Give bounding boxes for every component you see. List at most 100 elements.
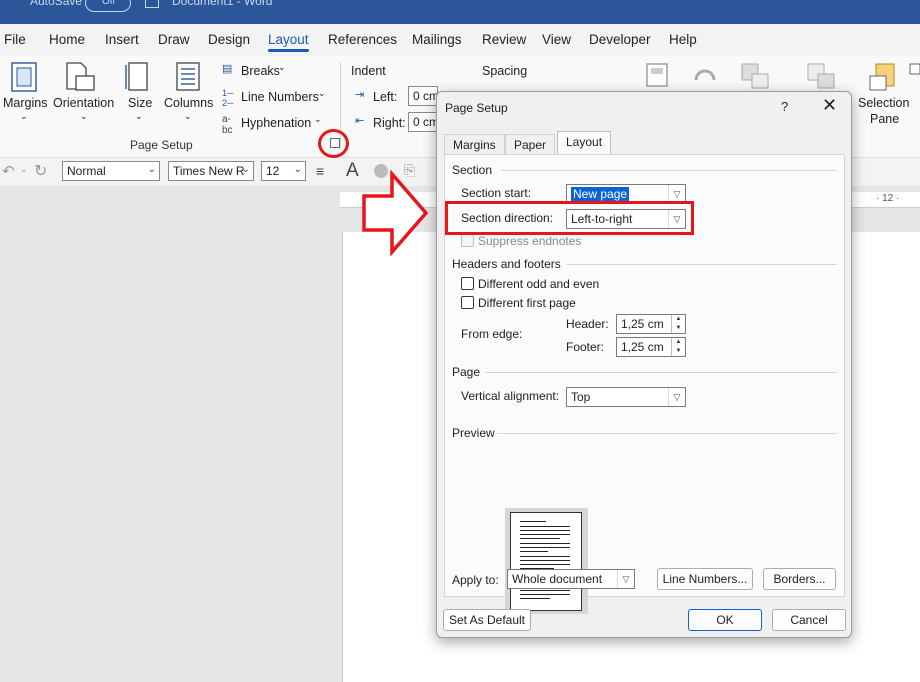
dialog-tab-layout[interactable]: Layout bbox=[557, 131, 612, 155]
header-distance-input[interactable]: 1,25 cm ▲ ▼ bbox=[616, 314, 686, 334]
wrap-text-icon[interactable] bbox=[690, 62, 720, 88]
hyphenation-button[interactable]: Hyphenation bbox=[241, 116, 311, 130]
chevron-down-icon: ⌄ bbox=[147, 164, 156, 175]
font-size-value: 12 bbox=[266, 164, 280, 178]
spin-up-icon[interactable]: ▲ bbox=[671, 338, 685, 347]
line-numbers-button[interactable]: Line Numbers... bbox=[657, 568, 753, 590]
size-icon[interactable] bbox=[124, 62, 150, 92]
spin-down-icon[interactable]: ▼ bbox=[671, 347, 685, 356]
size-button[interactable]: Size bbox=[128, 96, 152, 110]
redo-icon[interactable]: ↻ bbox=[34, 161, 47, 181]
borders-button[interactable]: Borders... bbox=[763, 568, 836, 590]
different-first-page-checkbox[interactable] bbox=[461, 296, 474, 309]
margins-icon[interactable] bbox=[10, 62, 38, 92]
footer-label: Footer: bbox=[566, 340, 605, 354]
autosave-label: AutoSave bbox=[30, 0, 83, 8]
bring-forward-icon[interactable] bbox=[740, 62, 770, 90]
section-start-value: New page bbox=[571, 187, 630, 201]
footer-distance-input[interactable]: 1,25 cm ▲ ▼ bbox=[616, 337, 686, 357]
indent-left-input[interactable]: 0 cm bbox=[408, 86, 438, 106]
send-backward-icon[interactable] bbox=[806, 62, 836, 90]
columns-button[interactable]: Columns bbox=[164, 96, 213, 110]
vertical-alignment-label: Vertical alignment: bbox=[461, 389, 560, 403]
different-odd-even-checkbox[interactable] bbox=[461, 277, 474, 290]
set-as-default-button[interactable]: Set As Default bbox=[443, 609, 531, 631]
selection-pane-icon[interactable] bbox=[868, 62, 898, 92]
spin-up-icon[interactable]: ▲ bbox=[671, 315, 685, 324]
preview-page bbox=[510, 512, 582, 611]
font-value: Times New R bbox=[173, 164, 245, 178]
ruler-mark: · 12 · bbox=[876, 193, 900, 204]
highlight-box bbox=[445, 201, 694, 235]
tab-insert[interactable]: Insert bbox=[105, 32, 139, 47]
title-bar: AutoSave Off Document1 - Word bbox=[0, 0, 920, 24]
preview-line bbox=[520, 547, 570, 548]
breaks-icon: ▤ bbox=[222, 63, 233, 75]
chevron-down-icon: ⌄ bbox=[20, 164, 28, 174]
vertical-alignment-select[interactable]: Top ▽ bbox=[566, 387, 686, 407]
close-icon[interactable]: ✕ bbox=[822, 95, 837, 116]
apply-to-value: Whole document bbox=[512, 572, 603, 586]
style-select[interactable]: Normal ⌄ bbox=[62, 161, 160, 181]
vertical-alignment-value: Top bbox=[571, 390, 591, 404]
columns-icon[interactable] bbox=[176, 62, 200, 92]
indent-right-input[interactable]: 0 cm bbox=[408, 112, 438, 132]
help-icon[interactable]: ? bbox=[781, 99, 788, 114]
selection-pane-button-line2[interactable]: Pane bbox=[870, 112, 899, 126]
undo-icon[interactable]: ↶ bbox=[2, 162, 15, 180]
align-icon[interactable] bbox=[908, 62, 920, 90]
tab-file[interactable]: File bbox=[4, 32, 26, 47]
divider bbox=[567, 264, 837, 265]
position-icon[interactable] bbox=[645, 62, 669, 88]
apply-to-select[interactable]: Whole document ▽ bbox=[507, 569, 635, 589]
divider bbox=[485, 372, 837, 373]
spin-down-icon[interactable]: ▼ bbox=[671, 324, 685, 333]
suppress-endnotes-checkbox[interactable] bbox=[461, 234, 474, 247]
selection-pane-button[interactable]: Selection bbox=[858, 96, 909, 110]
preview-line bbox=[520, 521, 546, 522]
hyphenation-icon: a-bc bbox=[222, 114, 233, 136]
page-heading: Page bbox=[452, 365, 481, 379]
paragraph-mark-icon[interactable]: ≡ bbox=[316, 163, 324, 179]
highlight-circle bbox=[318, 129, 349, 158]
document-title: Document1 - Word bbox=[172, 0, 273, 8]
dialog-tab-margins[interactable]: Margins bbox=[444, 134, 505, 154]
margins-button[interactable]: Margins bbox=[3, 96, 47, 110]
apply-to-label-text: Apply to: bbox=[452, 573, 499, 587]
tab-review[interactable]: Review bbox=[482, 32, 526, 47]
chevron-down-icon: ⌄ bbox=[184, 111, 192, 121]
autosave-toggle[interactable]: Off bbox=[85, 0, 131, 12]
line-numbers-button[interactable]: Line Numbers bbox=[241, 90, 319, 104]
dialog-tab-paper[interactable]: Paper bbox=[505, 134, 556, 154]
tab-draw[interactable]: Draw bbox=[158, 32, 190, 47]
tab-references[interactable]: References bbox=[328, 32, 397, 47]
font-select[interactable]: Times New R ⌄ bbox=[168, 161, 254, 181]
tab-layout[interactable]: Layout bbox=[268, 32, 309, 52]
orientation-icon[interactable] bbox=[64, 62, 96, 92]
breaks-button[interactable]: Breaks bbox=[241, 64, 280, 78]
save-icon[interactable] bbox=[145, 0, 159, 8]
tab-developer[interactable]: Developer bbox=[589, 32, 651, 47]
preview-line bbox=[520, 556, 570, 557]
font-color-icon[interactable]: A bbox=[346, 160, 359, 182]
tab-home[interactable]: Home bbox=[49, 32, 85, 47]
orientation-button[interactable]: Orientation bbox=[53, 96, 114, 110]
page-setup-dialog: Page Setup ? ✕ Margins Paper Layout Sect… bbox=[436, 91, 852, 638]
header-label: Header: bbox=[566, 317, 609, 331]
cancel-button[interactable]: Cancel bbox=[772, 609, 846, 631]
chevron-down-icon: ⌄ bbox=[293, 164, 302, 175]
chevron-down-icon: ⌄ bbox=[135, 111, 143, 121]
divider bbox=[501, 170, 837, 171]
tab-help[interactable]: Help bbox=[669, 32, 697, 47]
tab-mailings[interactable]: Mailings bbox=[412, 32, 462, 47]
ok-button[interactable]: OK bbox=[688, 609, 762, 631]
tab-design[interactable]: Design bbox=[208, 32, 250, 47]
page-setup-group-label: Page Setup bbox=[130, 138, 193, 152]
headers-footers-heading: Headers and footers bbox=[452, 257, 561, 271]
font-size-select[interactable]: 12 ⌄ bbox=[261, 161, 306, 181]
preview-line bbox=[520, 526, 570, 527]
divider bbox=[497, 433, 837, 434]
red-arrow-annotation bbox=[362, 170, 429, 256]
tab-view[interactable]: View bbox=[542, 32, 571, 47]
style-value: Normal bbox=[67, 164, 106, 178]
